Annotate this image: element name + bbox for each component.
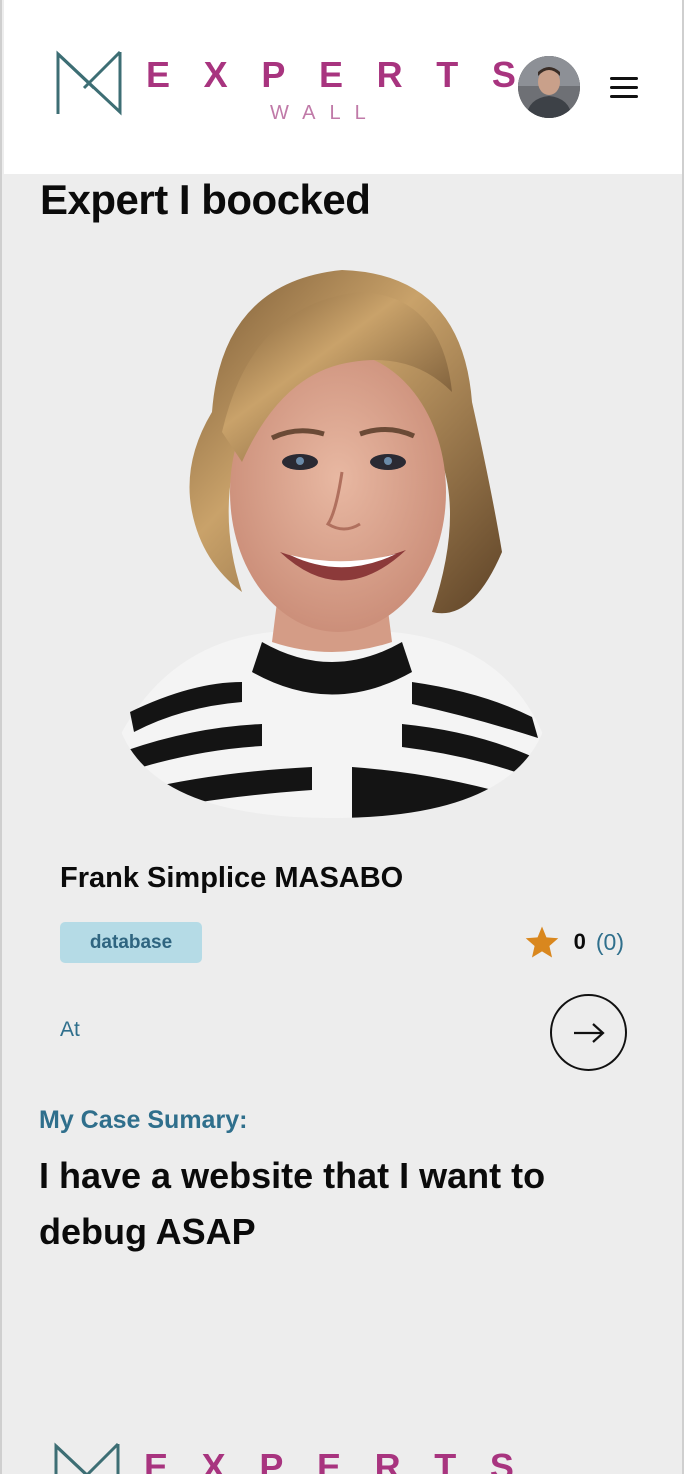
logo-mark-icon [54,1442,120,1474]
app-frame: E X P E R T S WALL Expert I boocked Fran… [0,0,684,1474]
logo-letter: T [434,1446,457,1474]
arrow-right-icon [573,1022,605,1043]
page-title: Expert I boocked [40,176,371,223]
case-summary-label: My Case Sumary: [39,1106,248,1134]
review-count[interactable]: (0) [596,929,624,956]
logo-letter: P [261,54,286,95]
menu-bar [610,85,638,89]
expert-name: Frank Simplice MASABO [60,862,404,894]
logo-letter: X [201,1446,226,1474]
star-icon [525,926,558,958]
logo-wordmark: E X P E R T S [146,54,516,96]
expert-photo [112,262,552,818]
logo-letter: R [376,54,403,95]
logo-letter: R [374,1446,401,1474]
appointment-at-label: At [60,1018,80,1041]
logo-letter: E [318,54,343,95]
logo-subtitle: WALL [270,102,380,124]
expert-portrait-image [112,270,552,818]
menu-bar [610,76,638,80]
top-header: E X P E R T S WALL [4,0,682,174]
footer-logo[interactable]: E X P E R T S [52,1440,514,1474]
hamburger-menu-icon[interactable] [610,70,648,104]
view-booking-button[interactable] [550,994,627,1071]
user-avatar[interactable] [518,56,580,118]
logo-wordmark: E X P E R T S [144,1446,514,1474]
logo-letter: T [436,54,459,95]
case-summary-text: I have a website that I want to debug AS… [39,1155,546,1252]
menu-bar [610,94,638,98]
logo-letter: E [144,1446,169,1474]
avatar-image [518,56,580,118]
rating-score: 0 [573,929,586,954]
logo-mark-icon [56,50,122,116]
logo-letter: X [203,54,228,95]
logo-letter: S [491,54,516,95]
brand-logo[interactable]: E X P E R T S WALL [54,48,516,128]
rating: 0 (0) [524,922,624,962]
logo-letter: E [146,54,171,95]
logo-letter: P [259,1446,284,1474]
logo-letter: S [489,1446,514,1474]
skill-tag[interactable]: database [60,922,202,963]
logo-letter: E [316,1446,341,1474]
